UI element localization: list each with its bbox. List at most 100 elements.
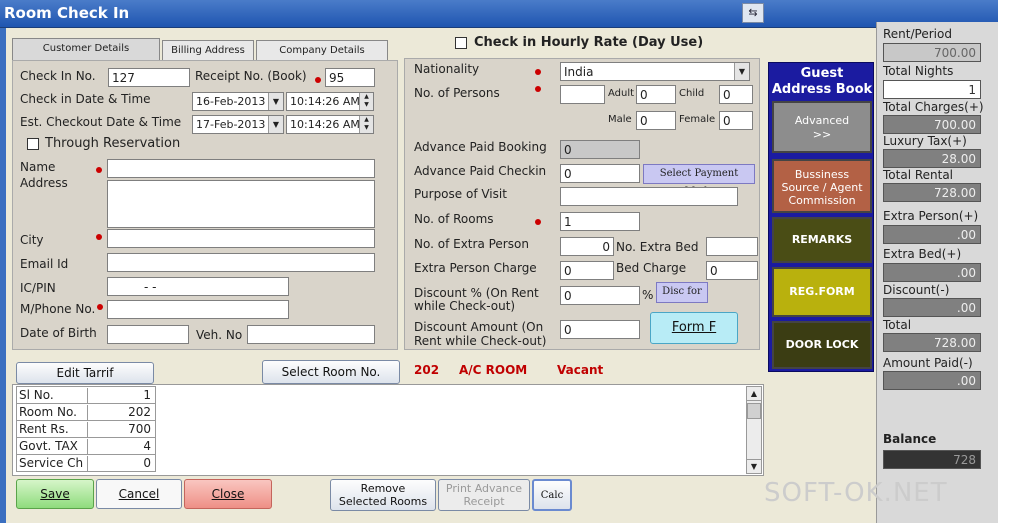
- through-reservation-label: Through Reservation: [45, 136, 181, 151]
- extra-person-field[interactable]: 0: [560, 237, 614, 256]
- persons-field[interactable]: [560, 85, 605, 104]
- through-reservation-checkbox[interactable]: [27, 138, 39, 150]
- name-field[interactable]: [107, 159, 375, 178]
- child-label: Child: [679, 88, 705, 99]
- close-button[interactable]: Close: [184, 479, 272, 509]
- bed-charge-field[interactable]: 0: [706, 261, 758, 280]
- room-status-text: Vacant: [557, 363, 604, 377]
- discount-amt-field[interactable]: 0: [560, 320, 640, 339]
- calc-button[interactable]: Calc: [532, 479, 572, 511]
- guest-address-book-panel: Guest Address Book Advanced >> Bussiness…: [768, 62, 874, 372]
- spinner-arrows-icon[interactable]: ▲ ▼: [359, 116, 373, 133]
- select-room-button[interactable]: Select Room No.: [262, 360, 400, 384]
- edit-tariff-button[interactable]: Edit Tarrif: [16, 362, 154, 384]
- select-payment-mode-button[interactable]: Select Payment Mode: [643, 164, 755, 197]
- checkout-time-spinner[interactable]: 10:14:26 AM ▲ ▼: [286, 115, 374, 134]
- total-nights-value[interactable]: 1: [883, 80, 981, 99]
- door-lock-button[interactable]: DOOR LOCK: [772, 321, 872, 369]
- nationality-select[interactable]: India ▼: [560, 62, 750, 81]
- luxury-tax-value: 28.00: [883, 149, 981, 168]
- advanced-arrow: >>: [812, 128, 832, 141]
- icpin-field[interactable]: - -: [107, 277, 289, 296]
- male-field[interactable]: 0: [636, 111, 676, 130]
- table-row[interactable]: Govt. TAX 4: [17, 438, 155, 455]
- female-field[interactable]: 0: [719, 111, 753, 130]
- checkin-no-field[interactable]: 127: [108, 68, 190, 87]
- chevron-down-icon[interactable]: ▼: [268, 116, 283, 133]
- adv-booking-label: Advance Paid Booking: [414, 140, 547, 154]
- table-row[interactable]: Room No. 202: [17, 404, 155, 421]
- purpose-label: Purpose of Visit: [414, 187, 507, 201]
- hourly-rate-label: Check in Hourly Rate (Day Use): [474, 35, 704, 50]
- table-cell-value: 4: [87, 439, 153, 455]
- vehicle-no-field[interactable]: [247, 325, 375, 344]
- disc-for-button[interactable]: Disc for: [656, 282, 708, 303]
- adult-field[interactable]: 0: [636, 85, 676, 104]
- total-value: 728.00: [883, 333, 981, 352]
- address-field[interactable]: [107, 180, 375, 228]
- spinner-arrows-icon[interactable]: ▲ ▼: [359, 93, 373, 110]
- tab-customer-details[interactable]: Customer Details: [12, 38, 160, 60]
- scroll-up-icon[interactable]: ▲: [747, 387, 761, 401]
- remarks-button[interactable]: REMARKS: [772, 217, 872, 263]
- discount-amt-label-line2: Rent while Check-out): [414, 334, 547, 348]
- rooms-field[interactable]: 1: [560, 212, 640, 231]
- required-marker: [315, 77, 321, 83]
- total-label: Total: [883, 318, 912, 332]
- purpose-field[interactable]: [560, 187, 738, 206]
- business-label-line2: Source / Agent: [781, 181, 863, 194]
- total-rental-value: 728.00: [883, 183, 981, 202]
- phone-field[interactable]: [107, 300, 289, 319]
- tab-company-details[interactable]: Company Details: [256, 40, 388, 60]
- room-table: Sl No. 1 Room No. 202 Rent Rs. 700 Govt. TAX 4 S…: [16, 386, 156, 472]
- required-marker: [535, 69, 541, 75]
- adv-checkin-field[interactable]: 0: [560, 164, 640, 183]
- guest-address-book-title[interactable]: Guest Address Book: [769, 66, 875, 98]
- table-cell-key: Sl No.: [19, 388, 54, 402]
- balance-label: Balance: [883, 432, 937, 446]
- advanced-label: Advanced: [794, 114, 850, 127]
- advanced-button[interactable]: Advanced >>: [772, 101, 872, 153]
- restore-window-button[interactable]: ⇆: [742, 3, 764, 23]
- hourly-rate-checkbox[interactable]: [455, 37, 467, 49]
- cancel-button[interactable]: Cancel: [96, 479, 182, 509]
- email-field[interactable]: [107, 253, 375, 272]
- table-row[interactable]: Sl No. 1: [17, 387, 155, 404]
- table-cell-value: 202: [87, 405, 153, 421]
- required-marker: [535, 86, 541, 92]
- reg-form-button[interactable]: REG.FORM: [772, 267, 872, 317]
- dob-field[interactable]: [107, 325, 189, 344]
- required-marker: [97, 304, 103, 310]
- scroll-thumb[interactable]: [747, 403, 761, 419]
- extra-person-charge-label: Extra Person Charge: [414, 261, 537, 275]
- discount-pct-field[interactable]: 0: [560, 286, 640, 305]
- chevron-down-icon[interactable]: ▼: [268, 93, 283, 110]
- scroll-down-icon[interactable]: ▼: [747, 459, 761, 473]
- checkin-date-picker[interactable]: 16-Feb-2013 ▼: [192, 92, 284, 111]
- tab-billing-address[interactable]: Billing Address: [162, 40, 254, 60]
- table-row[interactable]: Service Ch 0: [17, 455, 155, 472]
- summary-panel: Rent/Period 700.00 Total Nights 1 Total …: [876, 22, 998, 523]
- extra-person-summary-label: Extra Person(+): [883, 209, 979, 223]
- checkin-time-spinner[interactable]: 10:14:26 AM ▲ ▼: [286, 92, 374, 111]
- guest-title-line1: Guest: [800, 66, 844, 81]
- form-f-button[interactable]: Form F: [650, 312, 738, 344]
- receipt-no-field[interactable]: 95: [325, 68, 375, 87]
- room-list-scrollbar[interactable]: ▲ ▼: [746, 386, 762, 474]
- required-marker: [96, 234, 102, 240]
- table-cell-value: 0: [87, 456, 153, 472]
- business-source-button[interactable]: Bussiness Source / Agent Commission: [772, 159, 872, 213]
- extra-person-charge-field[interactable]: 0: [560, 261, 614, 280]
- city-field[interactable]: [107, 229, 375, 248]
- checkin-date-value: 16-Feb-2013: [196, 95, 266, 108]
- child-field[interactable]: 0: [719, 85, 753, 104]
- chevron-down-icon[interactable]: ▼: [734, 63, 749, 80]
- extra-bed-field[interactable]: [706, 237, 758, 256]
- table-cell-key: Rent Rs.: [19, 422, 69, 436]
- remove-selected-rooms-button[interactable]: Remove Selected Rooms: [330, 479, 436, 511]
- table-row[interactable]: Rent Rs. 700: [17, 421, 155, 438]
- discount-summary-label: Discount(-): [883, 283, 950, 297]
- save-button[interactable]: Save: [16, 479, 94, 509]
- female-label: Female: [679, 114, 716, 125]
- checkout-date-picker[interactable]: 17-Feb-2013 ▼: [192, 115, 284, 134]
